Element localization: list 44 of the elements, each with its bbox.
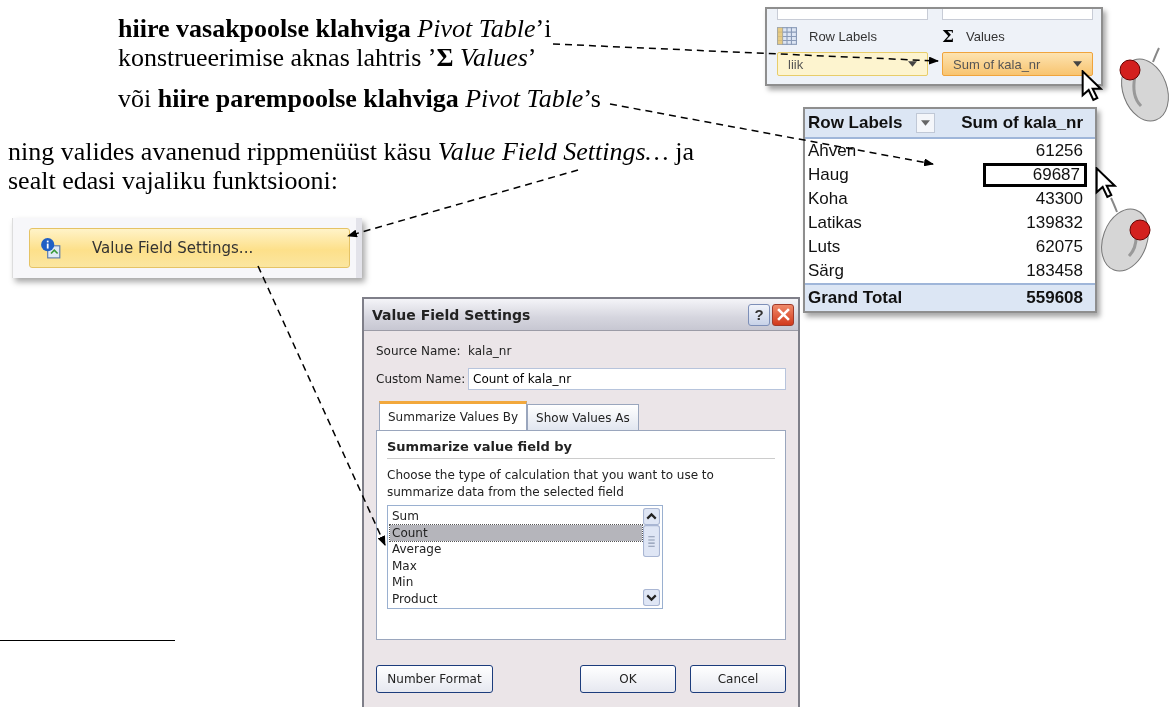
table-cell-text: 43300: [1034, 188, 1084, 210]
row-label: Luts: [808, 237, 841, 256]
row-label: Latikas: [808, 213, 862, 232]
table-cell: 69687: [983, 163, 1087, 187]
table-cell-text: 61256: [1034, 140, 1084, 162]
row-label: Ahven: [808, 141, 857, 160]
instruction-paragraph: või hiire parempoolse klahviga Pivot Table’s: [118, 84, 601, 113]
sigma-symbol: Σ: [942, 26, 955, 46]
list-item[interactable]: Average: [390, 541, 642, 558]
list-item[interactable]: Max: [390, 557, 642, 574]
list-item[interactable]: Min: [390, 574, 642, 591]
list-item[interactable]: Count: [390, 524, 642, 541]
menu-item[interactable]: Value Field Settings...: [29, 228, 350, 268]
table-cell-text: 62075: [1034, 236, 1084, 258]
area-label: Row Labels: [809, 28, 877, 44]
row-label: Haug: [808, 165, 849, 184]
field-label: Custom Name:: [376, 372, 467, 386]
number-format-button[interactable]: Number Format: [376, 665, 493, 693]
table-cell-text: 139832: [1025, 212, 1084, 234]
column-header: Row Labels: [808, 113, 903, 133]
row-label: Koha: [808, 189, 848, 208]
field-button[interactable]: Sum of kala_nr: [942, 52, 1093, 76]
column-header: Sum of kala_nr: [961, 113, 1083, 132]
area-label: Values: [966, 28, 1005, 44]
row-label: Särg: [808, 261, 844, 280]
list-item[interactable]: Sum: [390, 508, 642, 525]
instruction-paragraph: hiire vasakpoolse klahviga Pivot Table’i konstrueerimise aknas lahtris ’Σ Values’: [118, 14, 552, 72]
ok-button[interactable]: OK: [580, 665, 676, 693]
help-button[interactable]: ?: [748, 303, 770, 326]
section-heading: Summarize value field by: [387, 439, 775, 459]
field-button[interactable]: liik: [777, 52, 928, 76]
field-label: Source Name:: [376, 344, 462, 358]
window-title: Value Field Settings: [372, 306, 531, 323]
description-text: Choose the type of calculation that you want to use to summarize data from the selected field: [387, 467, 715, 501]
table-cell-text: 183458: [1025, 260, 1084, 282]
tab[interactable]: Summarize Values By: [379, 401, 528, 430]
grand-total-value: 559608: [1026, 288, 1083, 307]
custom-name-field[interactable]: Count of kala_nr: [468, 368, 786, 390]
source-name-value: kala_nr: [468, 344, 512, 358]
grand-total-label: Grand Total: [808, 288, 903, 307]
instruction-paragraph: ning valides avanenud rippmenüüst käsu Value Field Settings… ja sealt edasi vajaliku funktsiooni:: [8, 137, 694, 195]
cancel-button[interactable]: Cancel: [690, 665, 786, 693]
tab[interactable]: Show Values As: [527, 404, 639, 430]
list-item[interactable]: Product: [390, 590, 642, 607]
